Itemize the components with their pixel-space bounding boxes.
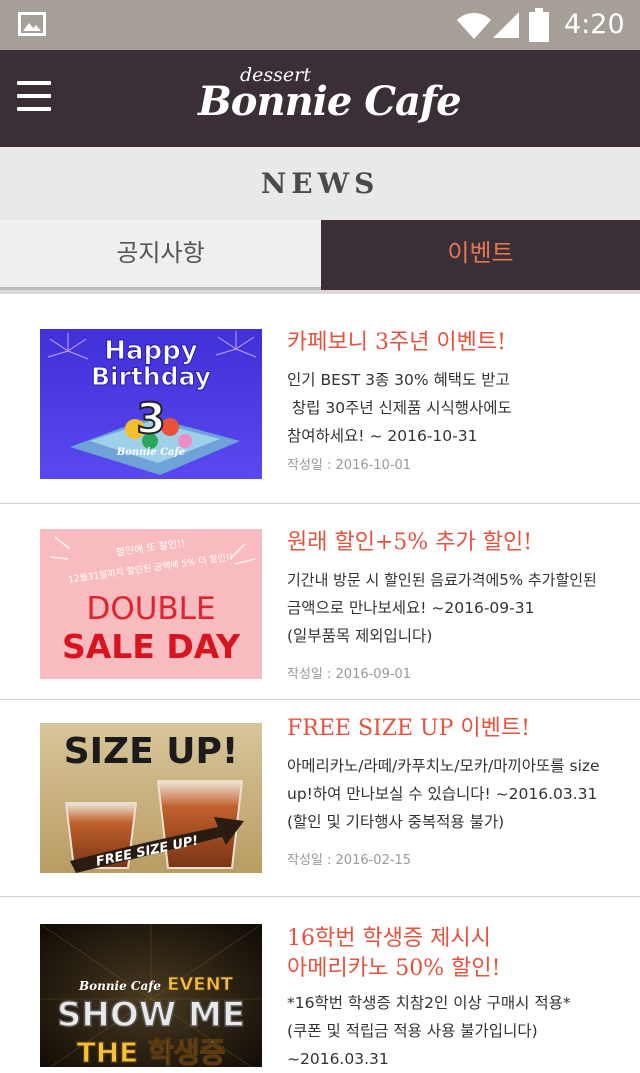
event-title: FREE SIZE UP 이벤트! [287,716,530,741]
showme-line2: THE 학생증 [77,1036,226,1067]
list-item[interactable]: Bonnie Cafe EVENT SHOW ME THE 학생증 16학번 학… [0,897,640,1068]
hamburger-menu-icon[interactable] [17,81,51,111]
sizeup-line1: SIZE UP! [64,731,239,772]
event-description: 아메리카노/라떼/카푸치노/모카/마끼아또를 size up!하여 만나보실 수… [287,757,600,831]
event-thumbnail-size-up: SIZE UP! FREE SIZE UP! [40,723,262,873]
event-thumbnail-show-me: Bonnie Cafe EVENT SHOW ME THE 학생증 [40,924,262,1067]
status-bar: 4:20 [0,0,640,50]
sale-line2: SALE DAY [62,627,241,666]
event-description: 인기 BEST 3종 30% 혜택도 받고 창립 30주년 신제품 시식행사에도… [287,371,512,445]
birthday-line2: Birthday [91,362,211,391]
list-item[interactable]: SIZE UP! FREE SIZE UP! FREE SIZE UP 이벤트!… [0,700,640,897]
tab-event[interactable]: 이벤트 [321,220,640,290]
birthday-number: 3 [136,394,165,443]
clock: 4:20 [564,9,625,40]
page-title-bar: NEWS [0,147,640,220]
list-item[interactable]: 할인에 또 할인!! 12월31일까지 할인된 금액에 5% 더 할인!! DO… [0,504,640,700]
showme-event: EVENT [167,974,234,995]
image-icon [18,12,46,36]
tab-notice[interactable]: 공지사항 [0,220,321,290]
app-header: dessert Bonnie Cafe [0,50,640,147]
sale-line1: DOUBLE [86,591,215,627]
event-title: 16학번 학생증 제시시 아메리카노 50% 할인! [287,926,501,981]
event-date: 작성일 : 2016-09-01 [287,667,412,682]
showme-brand: Bonnie Cafe [78,979,161,993]
showme-line1: SHOW ME [57,995,245,1035]
event-description: *16학번 학생증 치참2인 이상 구매시 적용* (쿠폰 및 적립금 적용 사… [287,994,571,1068]
event-date: 작성일 : 2016-10-01 [287,458,412,473]
event-thumbnail-birthday: Happy Birthday 3 Bonnie Cafe [40,329,262,479]
logo-name: Bonnie Cafe [198,78,462,125]
event-description: 기간내 방문 시 할인된 음료가격에5% 추가할인된 금액으로 만나보세요! ~… [287,571,597,645]
list-item[interactable]: Happy Birthday 3 Bonnie Cafe 카페보니 3주년 이벤… [0,294,640,504]
event-title: 원래 할인+5% 추가 할인! [287,530,533,555]
event-title: 카페보니 3주년 이벤트! [287,330,506,355]
event-thumbnail-double-sale: 할인에 또 할인!! 12월31일까지 할인된 금액에 5% 더 할인!! DO… [40,529,262,679]
signal-icon [493,12,519,38]
tab-bar: 공지사항 이벤트 [0,220,640,290]
wifi-icon [457,12,491,39]
page-title: NEWS [260,167,380,200]
logo[interactable]: dessert Bonnie Cafe [196,64,462,134]
battery-icon [529,8,549,42]
birthday-brand: Bonnie Cafe [116,447,185,458]
event-date: 작성일 : 2016-02-15 [287,853,412,868]
